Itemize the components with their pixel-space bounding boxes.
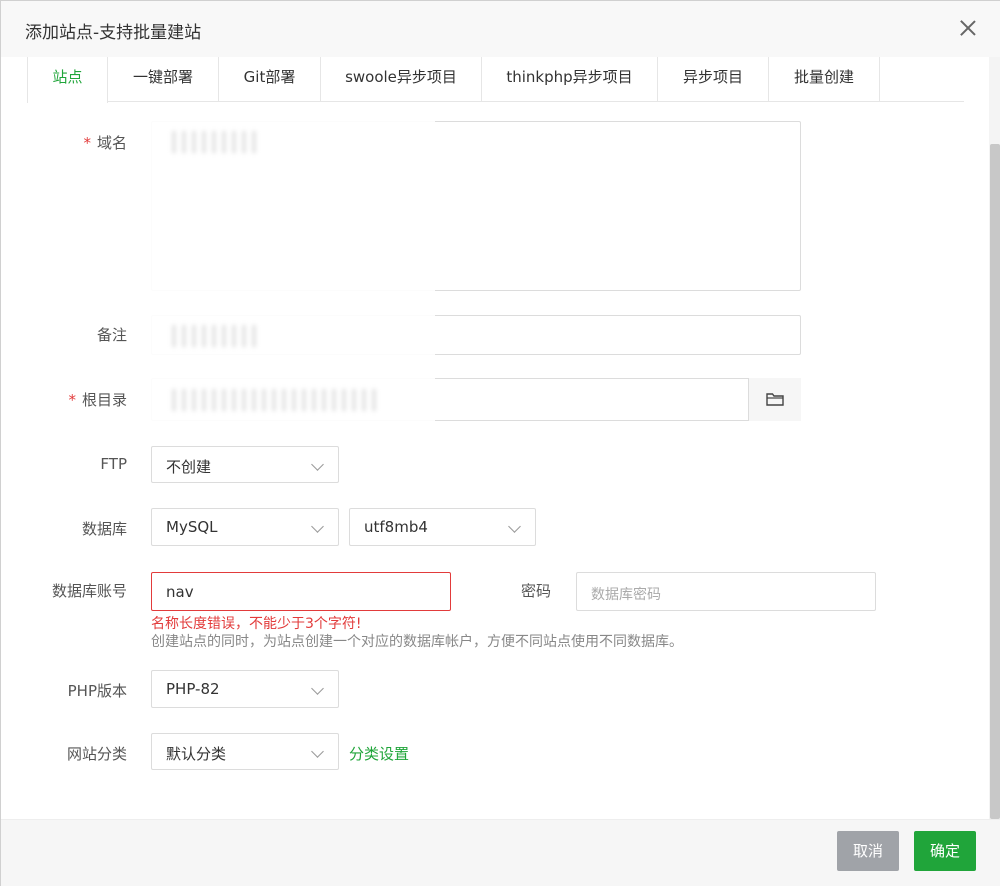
root-dir-label: * 根目录 bbox=[68, 391, 127, 409]
tab-one-click-deploy[interactable]: 一键部署 bbox=[108, 57, 219, 102]
dialog-titlebar: 添加站点-支持批量建站 bbox=[1, 1, 1000, 57]
tab-bar: 站点 一键部署 Git部署 swoole异步项目 thinkphp异步项目 异步… bbox=[27, 57, 964, 103]
scrollbar-thumb[interactable] bbox=[990, 144, 1000, 819]
chevron-down-icon bbox=[311, 458, 324, 471]
charset-select[interactable]: utf8mb4 bbox=[349, 508, 536, 546]
dialog-title: 添加站点-支持批量建站 bbox=[25, 23, 202, 43]
close-icon[interactable] bbox=[957, 17, 979, 39]
chevron-down-icon bbox=[311, 520, 324, 533]
tab-batch-create[interactable]: 批量创建 bbox=[769, 57, 880, 102]
cancel-button[interactable]: 取消 bbox=[837, 831, 899, 871]
tab-git-deploy[interactable]: Git部署 bbox=[219, 57, 321, 102]
ftp-label: FTP bbox=[100, 455, 127, 473]
redacted-text bbox=[166, 325, 262, 347]
charset-value: utf8mb4 bbox=[364, 518, 428, 536]
db-account-input[interactable]: nav bbox=[151, 572, 451, 611]
category-label: 网站分类 bbox=[66, 745, 127, 763]
category-settings-link[interactable]: 分类设置 bbox=[349, 743, 409, 764]
database-type-value: MySQL bbox=[166, 518, 218, 536]
tab-site[interactable]: 站点 bbox=[27, 57, 108, 103]
database-label: 数据库 bbox=[81, 520, 127, 538]
remark-label: 备注 bbox=[96, 326, 127, 344]
required-mark: * bbox=[83, 134, 91, 152]
ftp-select[interactable]: 不创建 bbox=[151, 446, 339, 483]
tab-swoole[interactable]: swoole异步项目 bbox=[321, 57, 482, 102]
tab-thinkphp[interactable]: thinkphp异步项目 bbox=[482, 57, 658, 102]
domain-label: * 域名 bbox=[83, 134, 127, 152]
php-version-value: PHP-82 bbox=[166, 680, 220, 698]
db-account-value: nav bbox=[166, 583, 194, 601]
confirm-button[interactable]: 确定 bbox=[914, 831, 976, 871]
db-account-error: 名称长度错误，不能少于3个字符! bbox=[151, 616, 362, 632]
add-site-dialog: 添加站点-支持批量建站 站点 一键部署 Git部署 swoole异步项目 thi… bbox=[0, 0, 1000, 886]
php-version-label: PHP版本 bbox=[67, 682, 127, 700]
category-select[interactable]: 默认分类 bbox=[151, 733, 339, 770]
db-account-label: 数据库账号 bbox=[51, 582, 127, 600]
password-input[interactable]: 数据库密码 bbox=[576, 572, 876, 611]
ftp-select-value: 不创建 bbox=[166, 458, 212, 476]
php-version-select[interactable]: PHP-82 bbox=[151, 670, 339, 708]
chevron-down-icon bbox=[311, 682, 324, 695]
browse-folder-button[interactable] bbox=[748, 378, 801, 421]
password-label: 密码 bbox=[520, 582, 551, 600]
category-value: 默认分类 bbox=[166, 745, 227, 763]
chevron-down-icon bbox=[508, 520, 521, 533]
folder-icon bbox=[766, 393, 784, 406]
password-placeholder: 数据库密码 bbox=[591, 587, 661, 603]
database-type-select[interactable]: MySQL bbox=[151, 508, 339, 546]
redacted-text bbox=[166, 131, 262, 153]
tab-async-project[interactable]: 异步项目 bbox=[658, 57, 769, 102]
redacted-text bbox=[166, 389, 381, 411]
chevron-down-icon bbox=[311, 745, 324, 758]
required-mark: * bbox=[68, 391, 76, 409]
db-account-help: 创建站点的同时，为站点创建一个对应的数据库帐户，方便不同站点使用不同数据库。 bbox=[151, 634, 683, 650]
